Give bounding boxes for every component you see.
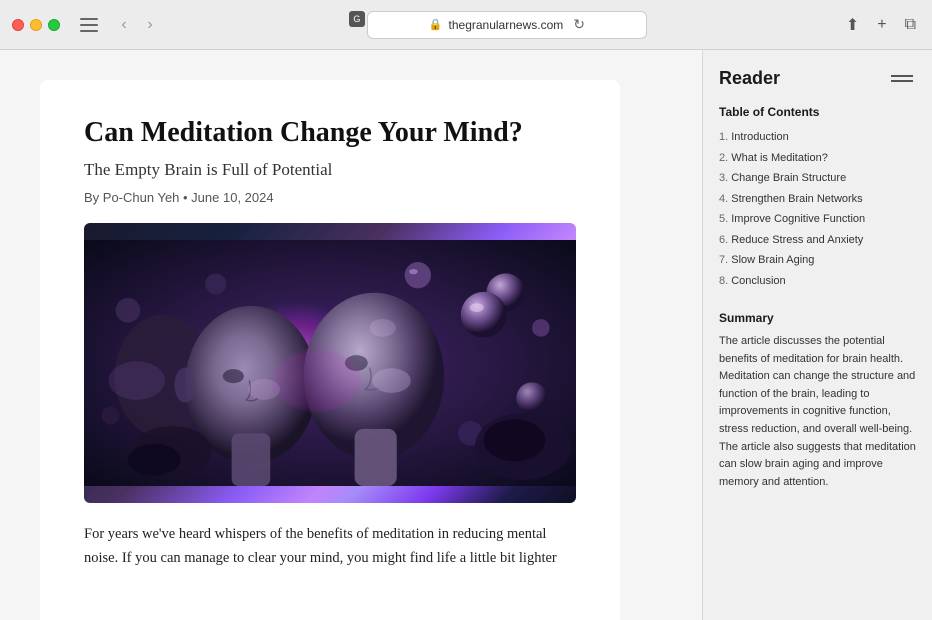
toc-label-1: Introduction: [731, 131, 788, 143]
toc-num-1: 1.: [719, 131, 731, 143]
tab-favicon: G: [349, 11, 365, 27]
toc-num-3: 3.: [719, 172, 731, 184]
toc-label-4: Strengthen Brain Networks: [731, 193, 862, 205]
toc-list: 1. Introduction 2. What is Meditation? 3…: [719, 127, 916, 291]
sidebar-toggle-button[interactable]: [80, 18, 98, 32]
traffic-lights: [12, 19, 60, 31]
main-area: Can Meditation Change Your Mind? The Emp…: [0, 50, 932, 620]
article-subtitle: The Empty Brain is Full of Potential: [84, 160, 576, 180]
toc-item-4[interactable]: 4. Strengthen Brain Networks: [719, 189, 916, 210]
toc-item-2[interactable]: 2. What is Meditation?: [719, 148, 916, 169]
toolbar-actions: ⬆ + ⧉: [842, 13, 920, 37]
toc-num-5: 5.: [719, 213, 731, 225]
share-button[interactable]: ⬆: [842, 13, 863, 37]
article-area: Can Meditation Change Your Mind? The Emp…: [0, 50, 702, 620]
article-body: For years we've heard whispers of the be…: [84, 523, 576, 571]
toc-num-2: 2.: [719, 152, 731, 164]
toc-label-8: Conclusion: [731, 275, 785, 287]
summary-text: The article discusses the potential bene…: [719, 333, 916, 491]
toc-label-7: Slow Brain Aging: [731, 254, 814, 266]
nav-controls: ‹ ›: [112, 13, 162, 37]
reader-options-button[interactable]: [888, 69, 916, 89]
reader-panel: Reader Table of Contents 1. Introduction…: [702, 50, 932, 620]
new-tab-button[interactable]: +: [873, 14, 890, 36]
address-bar-container: G 🔒 thegranularnews.com ↻: [170, 11, 826, 39]
toc-num-6: 6.: [719, 234, 731, 246]
toc-item-8[interactable]: 8. Conclusion: [719, 271, 916, 292]
article-byline: By Po-Chun Yeh • June 10, 2024: [84, 190, 576, 205]
toc-item-1[interactable]: 1. Introduction: [719, 127, 916, 148]
toc-num-7: 7.: [719, 254, 731, 266]
toc-item-6[interactable]: 6. Reduce Stress and Anxiety: [719, 230, 916, 251]
toc-num-8: 8.: [719, 275, 731, 287]
back-button[interactable]: ‹: [112, 13, 136, 37]
toc-label-6: Reduce Stress and Anxiety: [731, 234, 863, 246]
toc-label-3: Change Brain Structure: [731, 172, 846, 184]
article-content: Can Meditation Change Your Mind? The Emp…: [40, 80, 620, 620]
lock-icon: 🔒: [429, 18, 443, 31]
fullscreen-button[interactable]: [48, 19, 60, 31]
summary-heading: Summary: [719, 311, 916, 325]
article-title: Can Meditation Change Your Mind?: [84, 116, 576, 150]
close-button[interactable]: [12, 19, 24, 31]
reader-panel-header: Reader: [719, 68, 916, 89]
address-bar[interactable]: 🔒 thegranularnews.com ↻: [367, 11, 647, 39]
toc-label-5: Improve Cognitive Function: [731, 213, 865, 225]
toc-item-3[interactable]: 3. Change Brain Structure: [719, 168, 916, 189]
minimize-button[interactable]: [30, 19, 42, 31]
browser-chrome: ‹ › G 🔒 thegranularnews.com ↻ ⬆ + ⧉: [0, 0, 932, 50]
url-text: thegranularnews.com: [449, 18, 564, 32]
refresh-button[interactable]: ↻: [573, 16, 585, 33]
toc-item-7[interactable]: 7. Slow Brain Aging: [719, 250, 916, 271]
article-hero-image: [84, 223, 576, 503]
toc-heading: Table of Contents: [719, 105, 916, 119]
toc-num-4: 4.: [719, 193, 731, 205]
toc-label-2: What is Meditation?: [731, 152, 828, 164]
forward-button[interactable]: ›: [138, 13, 162, 37]
windows-button[interactable]: ⧉: [901, 14, 920, 36]
toc-item-5[interactable]: 5. Improve Cognitive Function: [719, 209, 916, 230]
reader-panel-title: Reader: [719, 68, 780, 89]
